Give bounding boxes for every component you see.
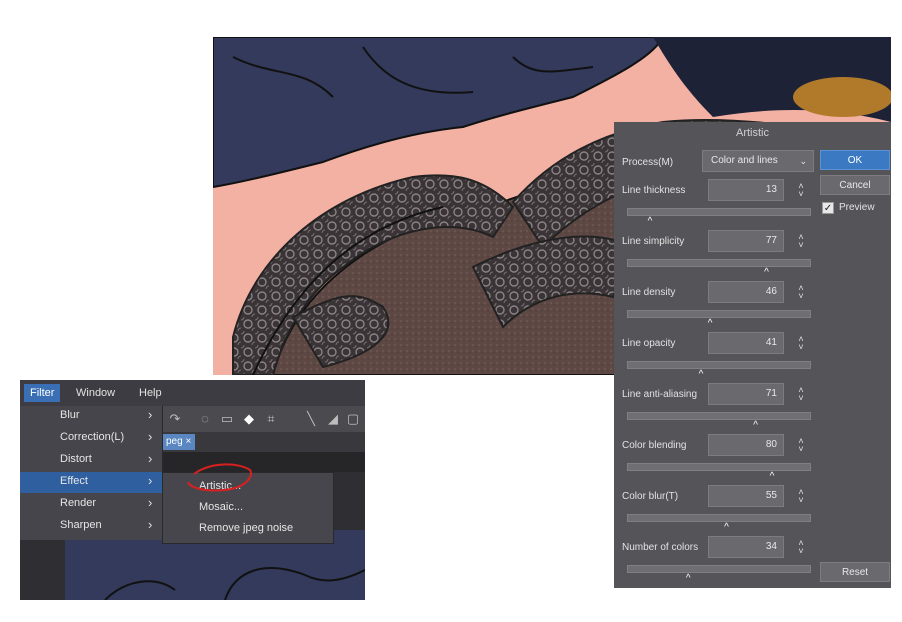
filter-item-sharpen[interactable]: Sharpen ›: [20, 516, 162, 537]
filter-item-effect[interactable]: Effect ›: [20, 472, 162, 493]
chevron-right-icon: ›: [148, 451, 153, 466]
slider-thumb-icon[interactable]: ^: [753, 420, 758, 431]
checkmark-icon: ✓: [822, 202, 834, 214]
param-value-input[interactable]: 55: [708, 485, 784, 507]
reset-button[interactable]: Reset: [820, 562, 890, 582]
menu-bar: Filter Window Help: [20, 380, 365, 406]
artistic-dialog: Artistic Process(M) Color and lines ⌄ OK…: [614, 122, 891, 588]
process-label: Process(M): [622, 157, 674, 168]
chevron-down-icon: ⌄: [799, 156, 807, 166]
menu-item-label: Blur: [60, 409, 80, 421]
frame-icon[interactable]: ▢: [346, 412, 360, 426]
chevron-right-icon: ›: [148, 407, 153, 422]
chevron-right-icon: ›: [148, 495, 153, 510]
chevron-right-icon: ›: [148, 473, 153, 488]
process-select-value: Color and lines: [711, 155, 778, 166]
menu-item-label: Correction(L): [60, 431, 125, 443]
red-highlight-annotation: [187, 463, 252, 492]
dialog-title: Artistic: [736, 127, 769, 139]
filter-dropdown: Blur › Correction(L) › Distort › Effect …: [20, 406, 163, 540]
filter-item-render[interactable]: Render ›: [20, 494, 162, 515]
slider-thumb-icon[interactable]: ^: [724, 522, 729, 533]
slider-thumb-icon[interactable]: ^: [770, 471, 775, 482]
process-select[interactable]: Color and lines ⌄: [702, 150, 814, 172]
spin-arrows-icon[interactable]: ˄ ˅: [796, 182, 806, 199]
ok-button[interactable]: OK: [820, 150, 890, 170]
filter-item-blur[interactable]: Blur ›: [20, 406, 162, 427]
line-icon[interactable]: ╲: [304, 412, 318, 426]
file-tab[interactable]: peg ×: [162, 434, 196, 450]
menu-window[interactable]: Window: [70, 384, 121, 402]
param-value-input[interactable]: 80: [708, 434, 784, 456]
param-value-input[interactable]: 41: [708, 332, 784, 354]
spin-arrows-icon[interactable]: ˄ ˅: [796, 539, 806, 556]
param-label: Color blending: [622, 440, 687, 451]
param-label: Line simplicity: [622, 236, 685, 247]
param-slider[interactable]: [627, 565, 811, 573]
slider-thumb-icon[interactable]: ^: [708, 318, 713, 329]
menu-item-label: Distort: [60, 453, 92, 465]
spin-arrows-icon[interactable]: ˄ ˅: [796, 437, 806, 454]
param-slider[interactable]: [627, 208, 811, 216]
param-label: Line density: [622, 287, 676, 298]
preview-label: Preview: [839, 202, 875, 213]
submenu-item-mosaic[interactable]: Mosaic...: [199, 501, 243, 513]
lasso-select-icon[interactable]: ◌: [198, 412, 212, 426]
param-label: Line opacity: [622, 338, 676, 349]
spin-arrows-icon[interactable]: ˄ ˅: [796, 284, 806, 301]
spin-arrows-icon[interactable]: ˄ ˅: [796, 233, 806, 250]
spin-arrows-icon[interactable]: ˄ ˅: [796, 386, 806, 403]
param-slider[interactable]: [627, 514, 811, 522]
submenu-item-remove-jpeg-noise[interactable]: Remove jpeg noise: [199, 522, 293, 534]
spin-arrows-icon[interactable]: ˄ ˅: [796, 488, 806, 505]
menu-help[interactable]: Help: [133, 384, 168, 402]
filter-item-correction[interactable]: Correction(L) ›: [20, 428, 162, 449]
param-slider[interactable]: [627, 463, 811, 471]
filter-item-distort[interactable]: Distort ›: [20, 450, 162, 471]
toolbar: ↷ ◌ ▭ ◆ ⌗ ╲ ◢ ▢: [162, 406, 365, 432]
param-label: Number of colors: [622, 542, 699, 553]
chevron-right-icon: ›: [148, 517, 153, 532]
fill-bucket-icon[interactable]: ◆: [242, 412, 256, 426]
menu-item-label: Sharpen: [60, 519, 102, 531]
transform-icon[interactable]: ⌗: [264, 412, 278, 426]
redo-icon[interactable]: ↷: [168, 412, 182, 426]
param-label: Line thickness: [622, 185, 686, 196]
param-value-input[interactable]: 77: [708, 230, 784, 252]
param-label: Line anti-aliasing: [622, 389, 698, 400]
chevron-right-icon: ›: [148, 429, 153, 444]
menu-item-label: Effect: [60, 475, 88, 487]
gradient-icon[interactable]: ◢: [326, 412, 340, 426]
slider-thumb-icon[interactable]: ^: [686, 573, 691, 584]
param-value-input[interactable]: 34: [708, 536, 784, 558]
clear-icon[interactable]: ▭: [220, 412, 234, 426]
slider-thumb-icon[interactable]: ^: [699, 369, 704, 380]
param-value-input[interactable]: 46: [708, 281, 784, 303]
slider-thumb-icon[interactable]: ^: [764, 267, 769, 278]
cancel-button[interactable]: Cancel: [820, 175, 890, 195]
param-slider[interactable]: [627, 259, 811, 267]
file-tab-strip: peg ×: [162, 432, 365, 452]
param-value-input[interactable]: 71: [708, 383, 784, 405]
menu-filter[interactable]: Filter: [24, 384, 61, 402]
menu-item-label: Render: [60, 497, 97, 509]
spin-arrows-icon[interactable]: ˄ ˅: [796, 335, 806, 352]
slider-thumb-icon[interactable]: ^: [648, 216, 653, 227]
param-slider[interactable]: [627, 310, 811, 318]
param-slider[interactable]: [627, 412, 811, 420]
param-slider[interactable]: [627, 361, 811, 369]
param-value-input[interactable]: 13: [708, 179, 784, 201]
param-label: Color blur(T): [622, 491, 679, 502]
